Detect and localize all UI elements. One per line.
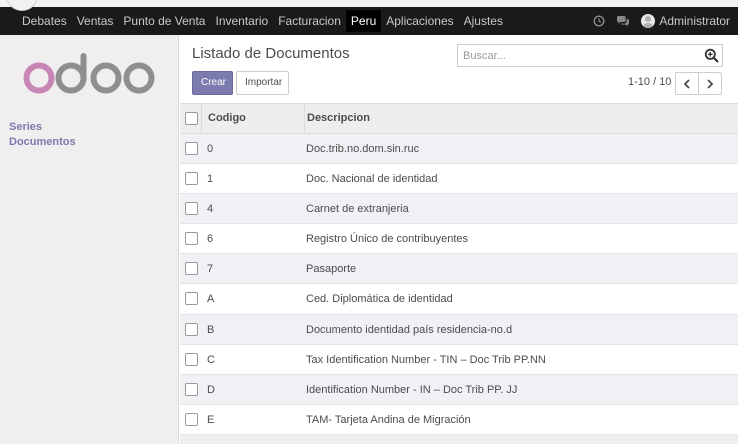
row-checkbox[interactable]: [185, 412, 198, 426]
cell-codigo: 6: [207, 233, 214, 246]
cell-codigo: 1: [207, 173, 214, 186]
navbar-systray: Administrator: [593, 10, 730, 32]
cell-descripcion: Carnet de extranjeria: [306, 203, 409, 216]
column-header-codigo[interactable]: Codigo: [201, 104, 304, 133]
table-row[interactable]: 0 Doc.trib.no.dom.sin.ruc: [180, 134, 738, 165]
menu-item-ajustes[interactable]: Ajustes: [459, 10, 508, 32]
row-checkbox[interactable]: [185, 142, 198, 155]
menu-item-punto-de-venta[interactable]: Punto de Venta: [118, 10, 210, 32]
user-menu[interactable]: Administrator: [641, 14, 730, 28]
search-box: [457, 44, 723, 67]
column-header-descripcion[interactable]: Descripcion: [304, 104, 738, 133]
import-button[interactable]: Importar: [236, 71, 289, 95]
row-checkbox[interactable]: [185, 262, 198, 276]
table-row[interactable]: 6 Registro Único de contribuyentes: [180, 224, 738, 255]
menu-item-peru[interactable]: Peru: [345, 10, 382, 32]
menu-item-debates[interactable]: Debates: [17, 10, 72, 32]
menu-item-aplicaciones[interactable]: Aplicaciones: [381, 10, 458, 32]
row-checkbox[interactable]: [185, 232, 198, 246]
table-row[interactable]: 7 Pasaporte: [180, 254, 738, 285]
sidebar-item-documentos[interactable]: Documentos: [9, 136, 76, 148]
row-checkbox[interactable]: [185, 322, 198, 336]
row-checkbox[interactable]: [185, 382, 198, 396]
search-icon[interactable]: [704, 48, 719, 66]
menu-item-inventario[interactable]: Inventario: [210, 10, 273, 32]
cell-codigo: 4: [207, 203, 214, 216]
table-row[interactable]: 1 Doc. Nacional de identidad: [180, 164, 738, 195]
select-all-checkbox[interactable]: [185, 112, 198, 125]
table-row[interactable]: D Identification Number - IN – Doc Trib P…: [180, 374, 738, 405]
table-header: Codigo Descripcion: [180, 103, 738, 134]
menu-item-facturacion[interactable]: Facturacion: [273, 10, 346, 32]
sidebar-item-series[interactable]: Series: [9, 121, 42, 133]
cell-descripcion: Ced. Diplomática de identidad: [306, 293, 453, 306]
sidebar: Series Documentos: [0, 35, 179, 444]
odoo-logo[interactable]: [22, 53, 158, 99]
cell-descripcion: Doc. Nacional de identidad: [306, 173, 438, 186]
cell-codigo: B: [207, 323, 215, 336]
cell-codigo: D: [207, 383, 215, 396]
cell-descripcion: Registro Único de contribuyentes: [306, 233, 469, 246]
clock-icon[interactable]: [593, 15, 605, 27]
cell-descripcion: Doc.trib.no.dom.sin.ruc: [306, 143, 420, 155]
top-navbar: Debates Ventas Punto de Venta Inventario…: [0, 0, 738, 35]
menu-item-ventas[interactable]: Ventas: [72, 10, 119, 32]
cell-codigo: E: [207, 413, 215, 426]
cell-descripcion: Pasaporte: [306, 263, 357, 276]
main-menu: Debates Ventas Punto de Venta Inventario…: [17, 10, 508, 32]
documents-table: Codigo Descripcion 0 Doc.trib.no.dom.sin.…: [180, 103, 738, 444]
table-footer: [180, 434, 738, 444]
cell-codigo: A: [207, 293, 215, 306]
cell-descripcion: TAM- Tarjeta Andina de Migración: [306, 413, 471, 426]
cell-codigo: 0: [207, 143, 214, 155]
pager-previous-button[interactable]: [675, 72, 699, 95]
table-row[interactable]: A Ced. Diplomática de identidad: [180, 284, 738, 315]
chevron-right-icon: [707, 78, 714, 89]
avatar: [641, 14, 656, 28]
cell-descripcion: Identification Number - IN – Doc Trib PP…: [306, 383, 518, 396]
cell-codigo: 7: [207, 263, 214, 276]
search-input[interactable]: [458, 45, 698, 66]
cell-descripcion: Tax Identification Number - TIN – Doc Tr…: [306, 353, 546, 366]
cell-codigo: C: [207, 353, 215, 366]
table-row[interactable]: 4 Carnet de extranjeria: [180, 194, 738, 225]
pager-value[interactable]: 1-10 / 10: [628, 76, 671, 88]
table-row[interactable]: B Documento identidad país residencia-no.…: [180, 314, 738, 345]
pager-next-button[interactable]: [698, 72, 722, 95]
chevron-left-icon: [683, 78, 690, 89]
cell-descripcion: Documento identidad país residencia-no.d: [306, 323, 513, 336]
create-button[interactable]: Crear: [192, 71, 233, 95]
row-checkbox[interactable]: [185, 172, 198, 186]
table-row[interactable]: C Tax Identification Number - TIN – Doc T…: [180, 344, 738, 375]
row-checkbox[interactable]: [185, 202, 198, 216]
chat-icon[interactable]: [616, 15, 630, 27]
row-checkbox[interactable]: [185, 292, 198, 306]
row-checkbox[interactable]: [185, 352, 198, 366]
user-name: Administrator: [659, 14, 730, 28]
table-row[interactable]: E TAM- Tarjeta Andina de Migración: [180, 404, 738, 435]
page-title: Listado de Documentos: [192, 45, 350, 62]
table-body: 0 Doc.trib.no.dom.sin.ruc 1 Doc. Nacional d…: [180, 134, 738, 435]
